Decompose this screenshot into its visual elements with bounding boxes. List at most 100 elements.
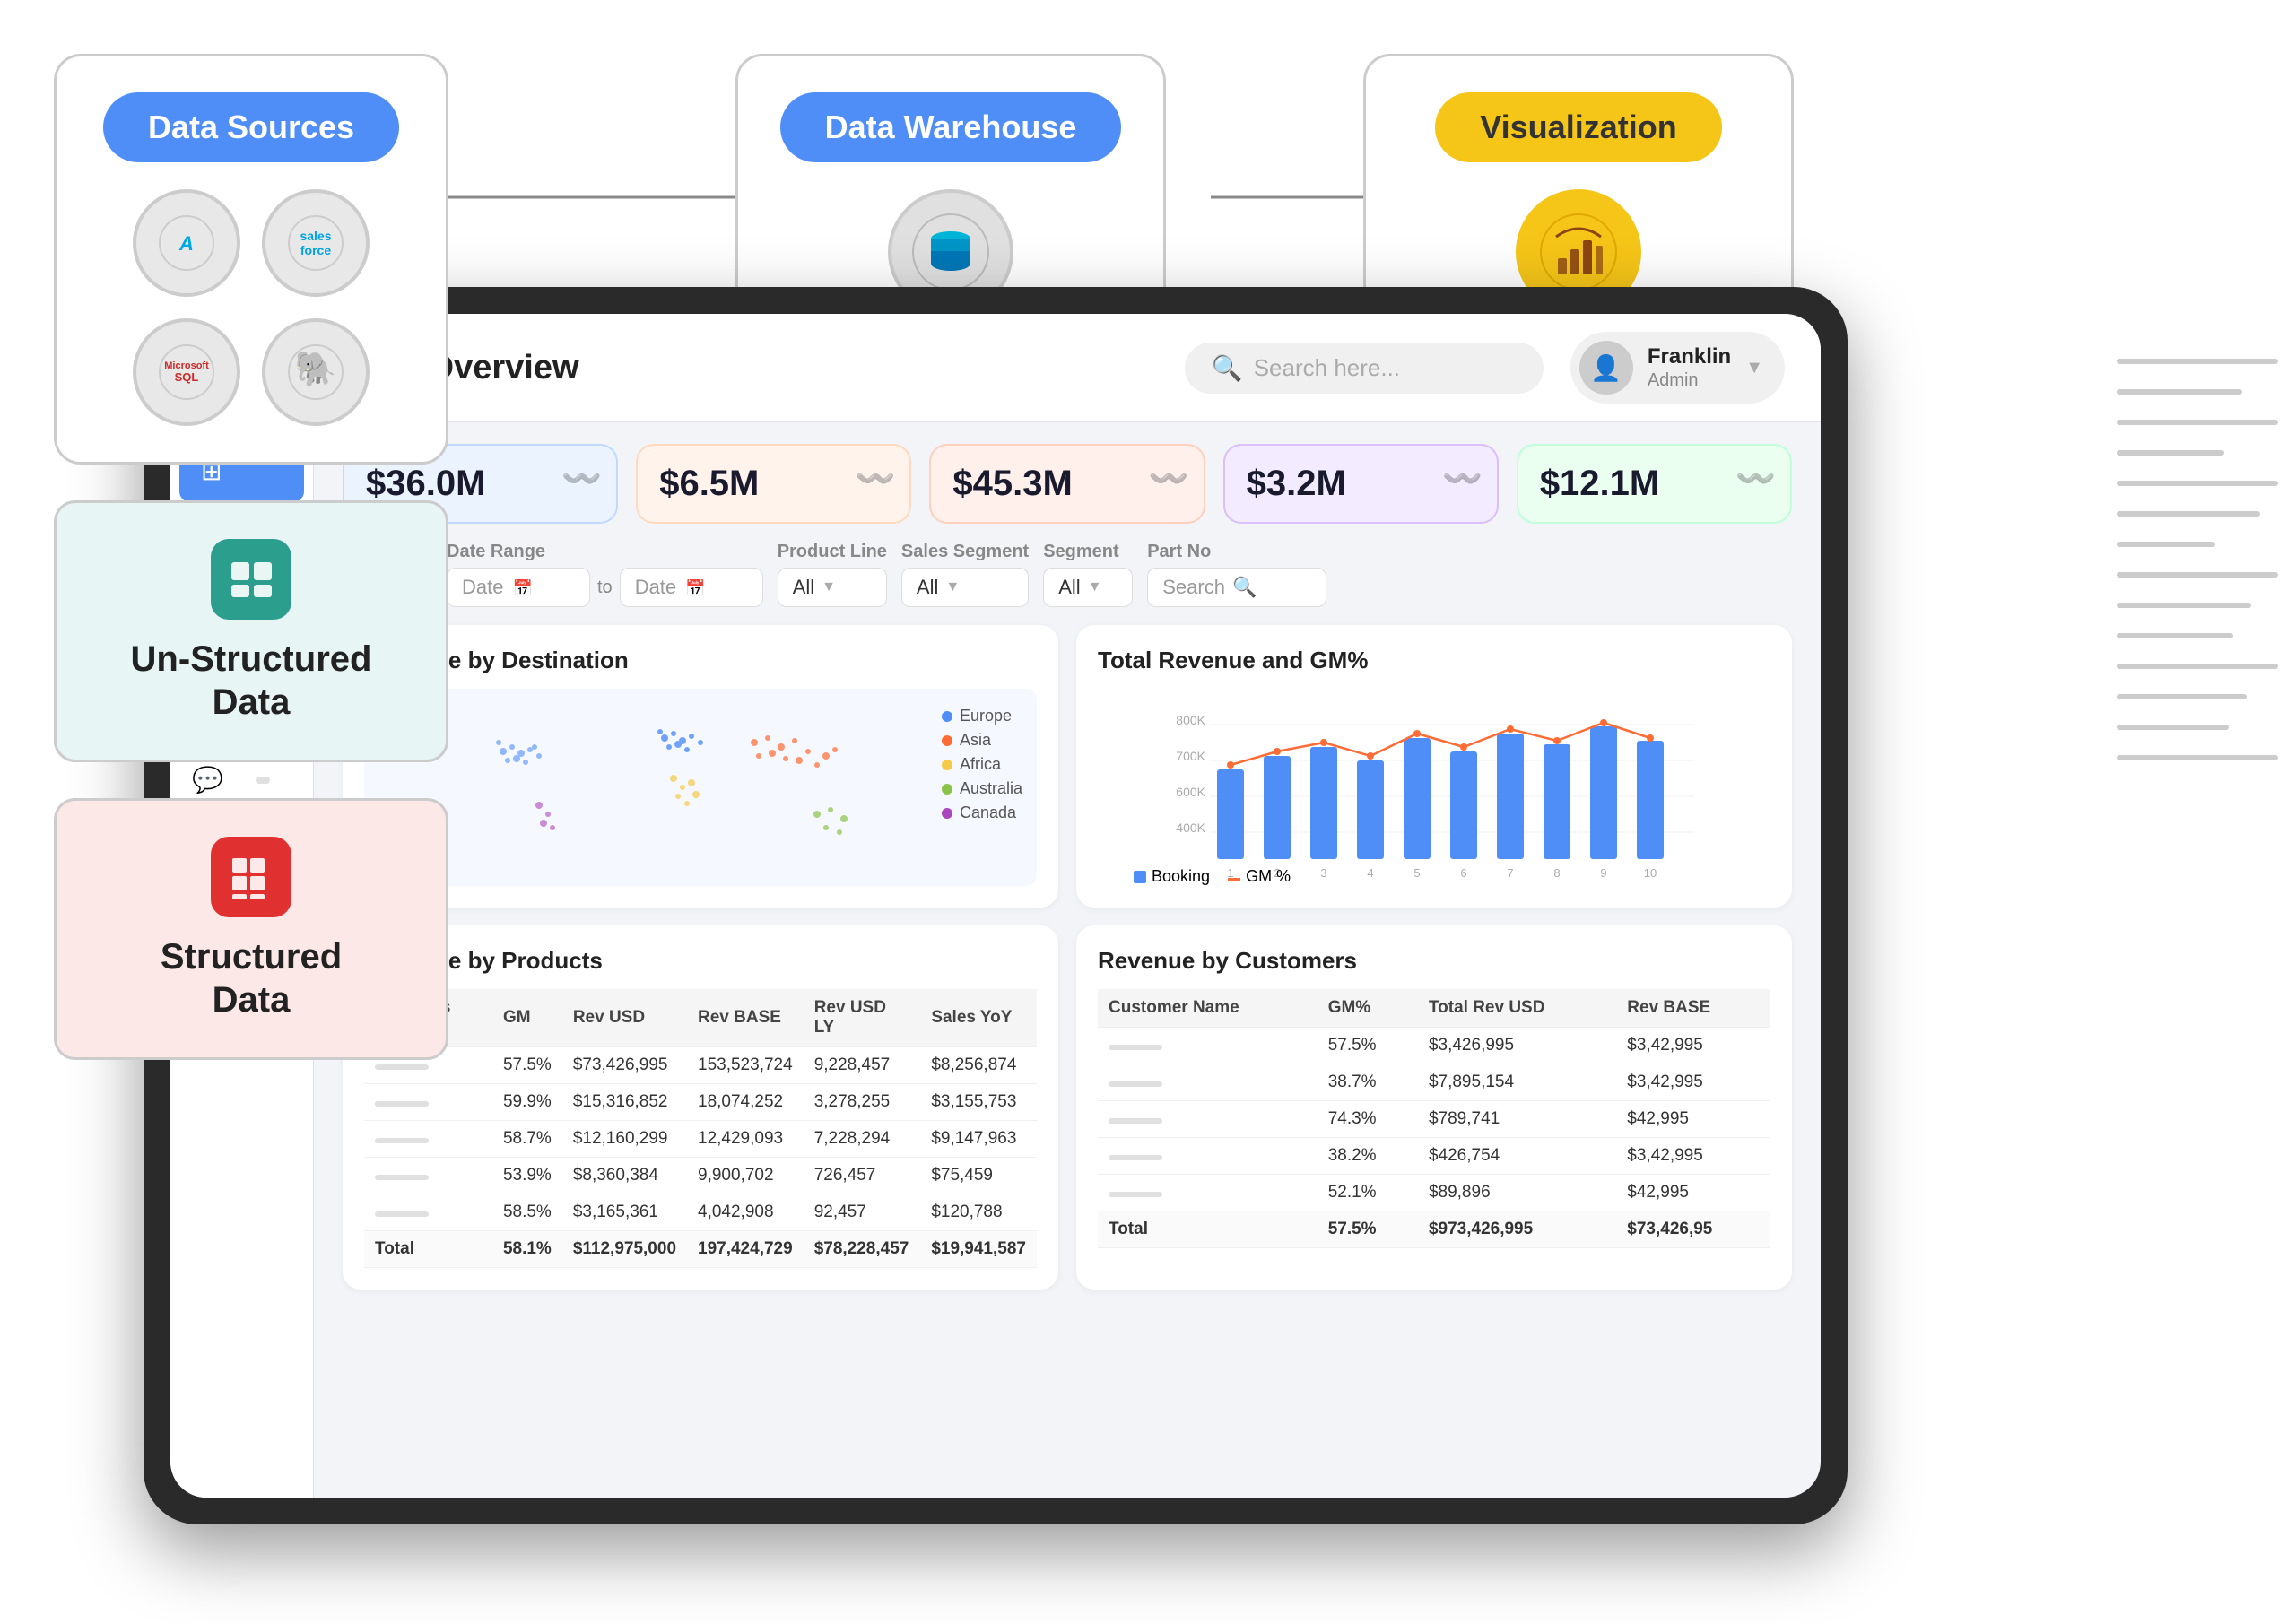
cell-sales-yoy: $19,941,587: [920, 1231, 1037, 1268]
filter-part-no: Part No Search 🔍: [1147, 542, 1326, 607]
hadoop-icon: 🐘: [262, 318, 370, 426]
cell-rev-usd-ly: 9,228,457: [804, 1047, 921, 1084]
sales-segment-select[interactable]: All ▼: [901, 568, 1029, 607]
part-no-search[interactable]: Search 🔍: [1147, 568, 1326, 607]
legend-dot-africa: [942, 760, 952, 770]
cell-rev-base: 9,900,702: [687, 1158, 804, 1194]
cell-rev-base: $3,42,995: [1616, 1064, 1770, 1101]
cell-gm: 58.1%: [492, 1231, 562, 1268]
cell-rev-base: $3,42,995: [1616, 1138, 1770, 1175]
sales-segment-label: Sales Segment: [901, 542, 1029, 562]
avatar: 👤: [1579, 341, 1633, 395]
salesforce-icon: sales force: [262, 189, 370, 297]
kpi-row: $36.0M 〰️ $6.5M 〰️ $45.3M 〰️: [343, 444, 1792, 524]
table-row: Total 58.1% $112,975,000 197,424,729 $78…: [364, 1231, 1037, 1268]
sqlserver-icon: Microsoft SQL: [133, 318, 240, 426]
bar-chart-legend: Booking GM %: [1134, 867, 1291, 886]
segment-arrow: ▼: [1088, 579, 1102, 595]
svg-text:6: 6: [1460, 866, 1466, 880]
cell-rev-usd: $73,426,995: [562, 1047, 687, 1084]
cell-customer-name: [1098, 1064, 1318, 1101]
cell-sales-yoy: $8,256,874: [920, 1047, 1037, 1084]
legend-gm: GM %: [1228, 867, 1291, 886]
svg-text:600K: 600K: [1176, 785, 1205, 799]
revenue-by-products-table: Revenue by Products Business Segment GM …: [343, 925, 1058, 1290]
cell-rev-usd: $15,316,852: [562, 1084, 687, 1121]
col-rev-base: Rev BASE: [687, 989, 804, 1047]
kpi-icon-2: 〰️: [856, 460, 896, 498]
cell-rev-usd-ly: $78,228,457: [804, 1231, 921, 1268]
cell-rev-usd-ly: 3,278,255: [804, 1084, 921, 1121]
kpi-icon-1: 〰️: [561, 460, 602, 498]
cell-rev-base: $42,995: [1616, 1175, 1770, 1211]
table-row: 58.7% $12,160,299 12,429,093 7,228,294 $…: [364, 1121, 1037, 1158]
cell-gm-pct: 57.5%: [1318, 1211, 1418, 1248]
table-row: 38.7% $7,895,154 $3,42,995: [1098, 1064, 1770, 1101]
date-from-input[interactable]: Date 📅: [447, 568, 590, 607]
cell-sales-yoy: $3,155,753: [920, 1084, 1037, 1121]
cell-gm-pct: 74.3%: [1318, 1101, 1418, 1138]
cell-gm: 57.5%: [492, 1047, 562, 1084]
svg-text:8: 8: [1553, 866, 1560, 880]
legend-australia: Australia: [942, 779, 1022, 798]
svg-text:🐘: 🐘: [294, 350, 336, 388]
col-rev-usd-ly: Rev USD LY: [804, 989, 921, 1047]
charts-row: Revenue by Destination: [343, 625, 1792, 908]
kpi-card-2: $6.5M 〰️: [636, 444, 911, 524]
revenue-by-destination-title: Revenue by Destination: [364, 647, 1037, 674]
legend-africa: Africa: [942, 755, 1022, 774]
cell-total-rev: $7,895,154: [1418, 1064, 1616, 1101]
segment-value: All: [1058, 576, 1080, 599]
visualization-badge: Visualization: [1435, 92, 1721, 162]
legend-canada: Canada: [942, 803, 1022, 822]
user-pill[interactable]: 👤 Franklin Admin ▼: [1570, 332, 1785, 404]
legend-europe: Europe: [942, 707, 1022, 725]
table-row: 59.9% $15,316,852 18,074,252 3,278,255 $…: [364, 1084, 1037, 1121]
col-rev-usd: Rev USD: [562, 989, 687, 1047]
cell-total-rev: $426,754: [1418, 1138, 1616, 1175]
date-to-input[interactable]: Date 📅: [620, 568, 763, 607]
revenue-by-products-title: Revenue by Products: [364, 947, 1037, 975]
kpi-value-4: $3.2M: [1247, 464, 1475, 504]
cell-gm-pct: 57.5%: [1318, 1028, 1418, 1064]
legend-color-booking: [1134, 871, 1146, 883]
revenue-by-customers-title: Revenue by Customers: [1098, 947, 1770, 975]
search-bar[interactable]: 🔍 Search here...: [1185, 343, 1544, 394]
structured-icon: [211, 837, 291, 917]
cell-gm: 53.9%: [492, 1158, 562, 1194]
svg-text:800K: 800K: [1176, 713, 1205, 727]
datasources-badge: Data Sources: [103, 92, 399, 162]
user-name: Franklin: [1648, 344, 1731, 370]
map-legend: Europe Asia Africa: [942, 707, 1022, 822]
cell-rev-usd: $112,975,000: [562, 1231, 687, 1268]
product-line-select[interactable]: All ▼: [778, 568, 887, 607]
col-gm: GM: [492, 989, 562, 1047]
cell-sales-yoy: $120,788: [920, 1194, 1037, 1231]
legend-asia: Asia: [942, 731, 1022, 750]
date-range-inputs: Date 📅 to Date 📅: [447, 568, 763, 607]
kpi-icon-5: 〰️: [1735, 460, 1776, 498]
cell-rev-usd-ly: 7,228,294: [804, 1121, 921, 1158]
cell-rev-base: 18,074,252: [687, 1084, 804, 1121]
kpi-value-2: $6.5M: [659, 464, 888, 504]
table-row: 57.5% $3,426,995 $3,42,995: [1098, 1028, 1770, 1064]
cell-rev-usd: $3,165,361: [562, 1194, 687, 1231]
cell-gm-pct: 38.7%: [1318, 1064, 1418, 1101]
cell-gm: 58.5%: [492, 1194, 562, 1231]
product-line-label: Product Line: [778, 542, 887, 562]
table-row: 57.5% $73,426,995 153,523,724 9,228,457 …: [364, 1047, 1037, 1084]
right-decorative-lines: [2117, 359, 2296, 760]
cell-customer-name: [1098, 1028, 1318, 1064]
bar-chart-svg: 800K 700K 600K 400K: [1098, 689, 1770, 886]
cell-segment: [364, 1121, 492, 1158]
dashboard-title: Sales Overview: [329, 349, 1158, 387]
cell-segment: [364, 1194, 492, 1231]
search-icon: 🔍: [1212, 353, 1243, 383]
cell-gm-pct: 52.1%: [1318, 1175, 1418, 1211]
datasources-box: Data Sources A sales force: [54, 54, 448, 465]
legend-dot-asia: [942, 735, 952, 746]
kpi-card-4: $3.2M 〰️: [1223, 444, 1499, 524]
segment-select[interactable]: All ▼: [1043, 568, 1133, 607]
svg-text:700K: 700K: [1176, 749, 1205, 763]
svg-text:SQL: SQL: [175, 370, 199, 384]
